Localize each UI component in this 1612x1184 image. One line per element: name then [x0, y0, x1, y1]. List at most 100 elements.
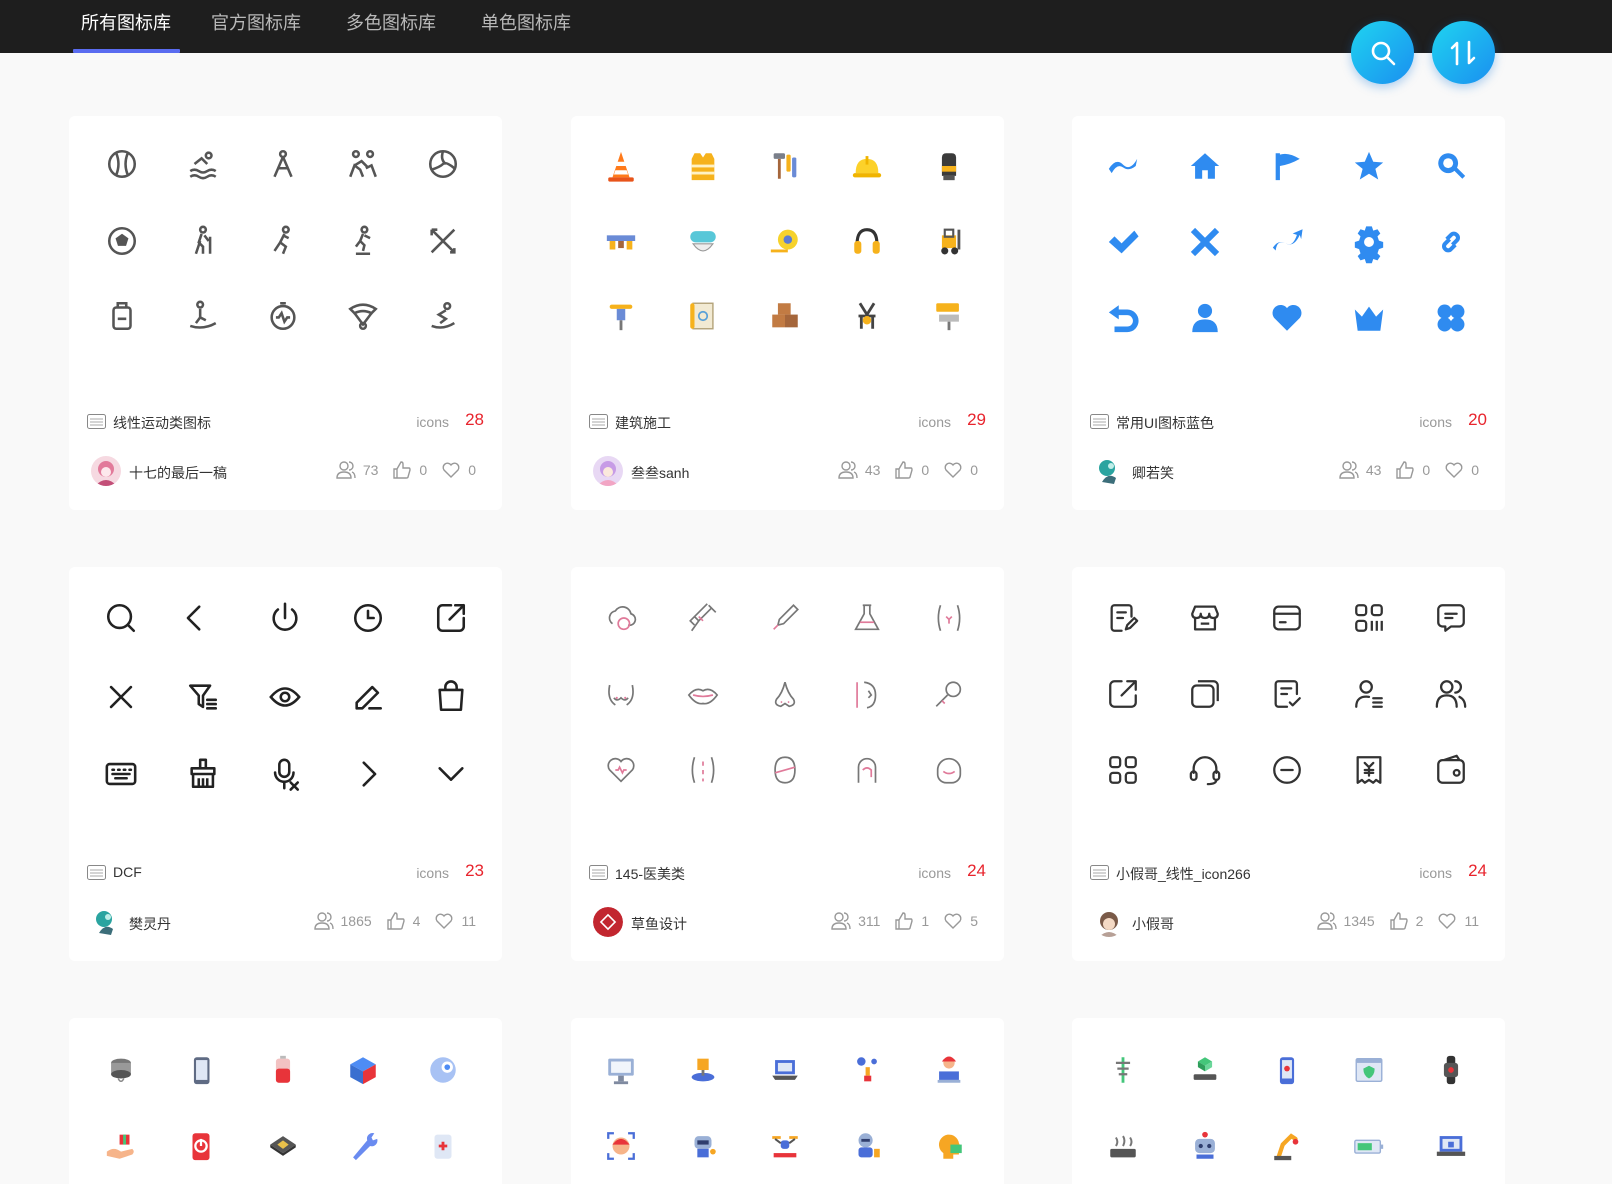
flag-icon: [1267, 146, 1307, 186]
likes-stat[interactable]: 2: [1389, 911, 1424, 931]
library-name[interactable]: 常用UI图标蓝色: [1116, 413, 1214, 433]
tab-multicolor-libraries[interactable]: 多色图标库: [346, 10, 436, 36]
icon-library-card[interactable]: [69, 1018, 502, 1184]
icons-count: 24: [1468, 861, 1487, 880]
avatar[interactable]: [1094, 456, 1124, 486]
chevron-down-icon: [431, 754, 471, 794]
active-tab-indicator: [73, 49, 180, 53]
likes-stat[interactable]: 0: [894, 460, 929, 480]
icon-library-card[interactable]: 线性运动类图标 icons 28 十七的最后一稿 73 0 0: [69, 116, 502, 510]
users-icon: [1339, 461, 1359, 479]
apps-grid-icon: [1103, 750, 1143, 790]
favorites-stat[interactable]: 0: [943, 460, 978, 480]
heart-icon: [1445, 462, 1463, 478]
library-icon: [87, 865, 106, 880]
likes-count: 2: [1415, 913, 1424, 929]
avatar[interactable]: [91, 907, 121, 937]
jackhammer-icon: [601, 296, 641, 336]
pill-capsule-icon: [601, 598, 641, 638]
icons-label: icons: [1419, 865, 1452, 881]
icon-library-card[interactable]: [1072, 1018, 1505, 1184]
syringe-icon: [683, 598, 723, 638]
users-icon: [831, 912, 851, 930]
library-icon: [87, 414, 106, 429]
icon-library-card[interactable]: 小假哥_线性_icon266 icons 24 小假哥 1345 2 11: [1072, 567, 1505, 961]
library-meta-row: 建筑施工 icons 29: [589, 410, 986, 434]
avatar[interactable]: [91, 456, 121, 486]
heart-icon: [944, 462, 962, 478]
user-list-icon: [1349, 674, 1389, 714]
hair-icon: [847, 750, 887, 790]
author-name[interactable]: 樊灵丹: [129, 914, 171, 934]
person-desk-icon: [929, 1050, 969, 1090]
icon-library-card[interactable]: 常用UI图标蓝色 icons 20 卿若笑 43 0 0: [1072, 116, 1505, 510]
paraglider-icon: [343, 296, 383, 336]
favorites-stat[interactable]: 0: [1444, 460, 1479, 480]
face-scan-icon: [601, 1126, 641, 1166]
favorites-stat[interactable]: 11: [1437, 911, 1479, 931]
icon-library-card[interactable]: [571, 1018, 1004, 1184]
followers-count: 73: [362, 462, 379, 478]
tab-official-libraries[interactable]: 官方图标库: [211, 10, 301, 36]
library-name[interactable]: 建筑施工: [615, 413, 671, 433]
user-icon: [1185, 298, 1225, 338]
library-name[interactable]: DCF: [113, 864, 142, 880]
sort-button[interactable]: [1432, 21, 1495, 84]
favorites-count: 5: [970, 913, 978, 929]
note-edit-icon: [1103, 598, 1143, 638]
face-mask-icon: [929, 750, 969, 790]
icons-count: 24: [967, 861, 986, 880]
nose-icon: [765, 675, 805, 715]
tab-monochrome-libraries[interactable]: 单色图标库: [481, 10, 571, 36]
avatar[interactable]: [1094, 907, 1124, 937]
tab-all-libraries[interactable]: 所有图标库: [81, 10, 171, 36]
library-icon: [1090, 865, 1109, 880]
followers-stat: 311: [831, 911, 880, 931]
library-name[interactable]: 线性运动类图标: [113, 413, 211, 433]
avatar[interactable]: [593, 456, 623, 486]
trend-arrow-icon: [1267, 222, 1307, 262]
lens-icon: [423, 1050, 463, 1090]
author-row: 小假哥 1345 2 11: [1090, 907, 1487, 937]
chip-icon: [263, 1126, 303, 1166]
shopping-bag-icon: [431, 677, 471, 717]
library-meta-row: 线性运动类图标 icons 28: [87, 410, 484, 434]
favorites-stat[interactable]: 5: [943, 911, 978, 931]
author-name[interactable]: 草鱼设计: [631, 914, 687, 934]
tape-measure-icon: [765, 221, 805, 261]
gear-icon: [1349, 222, 1389, 264]
heater-icon: [1103, 1126, 1143, 1166]
author-name[interactable]: 叁叁sanh: [631, 463, 689, 483]
boxes-icon: [765, 296, 805, 336]
robot-face-icon: [1185, 1126, 1225, 1166]
likes-stat[interactable]: 4: [386, 911, 420, 931]
library-name[interactable]: 小假哥_线性_icon266: [1116, 864, 1251, 884]
likes-stat[interactable]: 0: [392, 460, 427, 480]
avatar[interactable]: [593, 907, 623, 937]
icon-library-card[interactable]: DCF icons 23 樊灵丹 1865 4 11: [69, 567, 502, 961]
charging-battery-icon: [1349, 1126, 1389, 1166]
likes-count: 0: [1422, 462, 1431, 478]
library-icon: [589, 414, 608, 429]
search-button[interactable]: [1351, 21, 1414, 84]
library-meta-row: DCF icons 23: [87, 861, 484, 885]
author-name[interactable]: 十七的最后一稿: [129, 463, 227, 483]
likes-stat[interactable]: 0: [1395, 460, 1430, 480]
followers-stat: 73: [336, 460, 379, 480]
icon-library-card[interactable]: 建筑施工 icons 29 叁叁sanh 43 0 0: [571, 116, 1004, 510]
author-name[interactable]: 小假哥: [1132, 914, 1174, 934]
thumbs-up-icon: [895, 912, 914, 930]
waist-icon: [929, 598, 969, 638]
icon-library-card[interactable]: 145-医美类 icons 24 草鱼设计 311 1 5: [571, 567, 1004, 961]
author-name[interactable]: 卿若笑: [1132, 463, 1174, 483]
library-icon: [589, 865, 608, 880]
favorites-stat[interactable]: 0: [441, 460, 476, 480]
likes-count: 1: [921, 913, 930, 929]
favorites-stat[interactable]: 11: [434, 911, 476, 931]
home-icon: [1185, 146, 1225, 186]
followers-stat: 1345: [1316, 911, 1375, 931]
monitor-icon: [601, 1050, 641, 1090]
library-name[interactable]: 145-医美类: [615, 864, 685, 884]
likes-stat[interactable]: 1: [894, 911, 929, 931]
filter-icon: [183, 677, 223, 717]
